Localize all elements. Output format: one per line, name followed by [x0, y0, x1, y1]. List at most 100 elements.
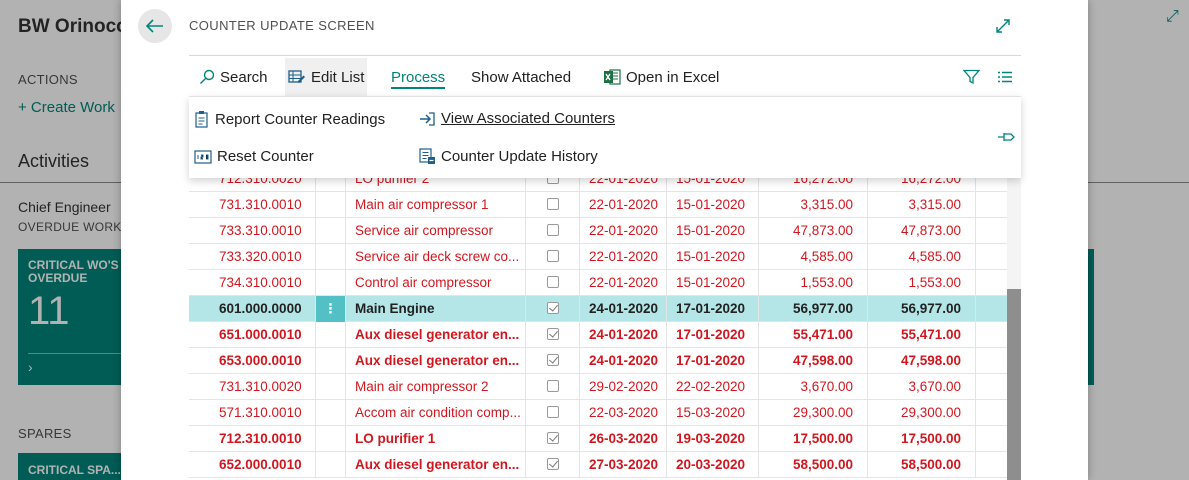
counter-no-cell: 712.310.0010 [210, 426, 316, 452]
value-cell: 58,500.00 [759, 452, 868, 478]
value-cell: 4,585.00 [868, 244, 976, 270]
table-row[interactable]: 733.320.0010 Service air deck screw co...… [189, 244, 1007, 270]
search-icon [200, 69, 215, 84]
pin-icon[interactable] [997, 130, 1015, 148]
table-row[interactable]: 652.000.0010 Aux diesel generator en... 27… [189, 452, 1007, 478]
row-menu-cell[interactable] [316, 348, 346, 374]
row-menu-cell[interactable] [316, 192, 346, 218]
checkbox-cell[interactable] [526, 452, 580, 478]
date-cell: 15-01-2020 [667, 244, 759, 270]
spacer-cell [976, 374, 1007, 400]
action-bar: Search Edit List Process Show Attached O… [189, 58, 1021, 96]
date-cell: 22-02-2020 [667, 374, 759, 400]
spacer-cell [976, 426, 1007, 452]
history-icon [419, 148, 435, 164]
checkbox-cell[interactable] [526, 322, 580, 348]
row-menu-cell[interactable] [316, 452, 346, 478]
view-associated-counters-item[interactable]: View Associated Counters [419, 110, 615, 127]
checkbox[interactable] [546, 380, 559, 393]
filter-icon [963, 69, 980, 85]
date-cell: 22-01-2020 [580, 270, 667, 296]
reset-counter-item[interactable]: Reset Counter [194, 148, 314, 165]
value-cell: 3,670.00 [759, 374, 868, 400]
value-cell: 3,670.00 [868, 374, 976, 400]
counter-no-cell: 734.310.0010 [210, 270, 316, 296]
table-row[interactable]: 734.310.0010 Control air compressor 22-01-… [189, 270, 1007, 296]
checkbox-cell[interactable] [526, 218, 580, 244]
spacer-cell [976, 296, 1007, 322]
table-row[interactable]: 712.310.0010 LO purifier 1 26-03-2020 19-03… [189, 426, 1007, 452]
table-row[interactable]: 651.000.0010 Aux diesel generator en... 24… [189, 322, 1007, 348]
value-cell: 55,471.00 [868, 322, 976, 348]
row-menu-cell[interactable] [316, 400, 346, 426]
table-row[interactable]: 731.310.0020 Main air compressor 2 29-02-2… [189, 374, 1007, 400]
value-cell: 1,553.00 [868, 270, 976, 296]
back-button[interactable] [138, 9, 172, 43]
value-cell: 1,553.00 [759, 270, 868, 296]
search-button[interactable]: Search [199, 58, 268, 96]
row-menu-cell[interactable] [316, 426, 346, 452]
date-cell: 22-01-2020 [580, 218, 667, 244]
spacer-cell [976, 322, 1007, 348]
report-counter-readings-item[interactable]: Report Counter Readings [194, 110, 385, 128]
checkbox[interactable] [546, 224, 559, 237]
checkbox[interactable] [546, 276, 559, 289]
row-menu-cell[interactable] [316, 244, 346, 270]
counter-update-history-item[interactable]: Counter Update History [419, 148, 598, 165]
description-cell: Main air compressor 1 [346, 192, 526, 218]
checkbox[interactable] [546, 354, 559, 367]
checkbox-cell[interactable] [526, 348, 580, 374]
scrollbar-thumb[interactable] [1007, 289, 1021, 480]
show-attached-label: Show Attached [471, 68, 572, 86]
date-cell: 20-03-2020 [667, 452, 759, 478]
checkbox[interactable] [546, 198, 559, 211]
expand-icon[interactable] [995, 18, 1011, 39]
value-cell: 47,873.00 [759, 218, 868, 244]
process-tab[interactable]: Process [391, 58, 446, 96]
checkbox-cell[interactable] [526, 374, 580, 400]
table-row[interactable]: 733.310.0010 Service air compressor 22-01-… [189, 218, 1007, 244]
checkbox[interactable] [546, 302, 559, 315]
row-actions-icon[interactable]: ⋮ [316, 296, 346, 322]
filter-button[interactable] [963, 58, 985, 96]
checkbox[interactable] [546, 406, 559, 419]
checkbox-cell[interactable] [526, 192, 580, 218]
date-cell: 15-03-2020 [667, 400, 759, 426]
table-row[interactable]: 601.000.0000 ⋮ Main Engine 24-01-2020 17-01-… [189, 296, 1007, 322]
active-underline [391, 87, 446, 89]
value-cell: 3,315.00 [759, 192, 868, 218]
row-menu-cell[interactable] [316, 218, 346, 244]
checkbox[interactable] [546, 250, 559, 263]
value-cell: 56,977.00 [759, 296, 868, 322]
date-cell: 24-01-2020 [580, 296, 667, 322]
page-title: COUNTER UPDATE SCREEN [189, 18, 375, 33]
row-menu-cell[interactable] [316, 374, 346, 400]
value-cell: 47,873.00 [868, 218, 976, 244]
counter-update-history-label: Counter Update History [441, 148, 598, 165]
list-icon [998, 71, 1012, 83]
checkbox-cell[interactable] [526, 426, 580, 452]
table-row[interactable]: 571.310.0010 Accom air condition comp... 2… [189, 400, 1007, 426]
table-row[interactable]: 731.310.0010 Main air compressor 1 22-01-2… [189, 192, 1007, 218]
edit-list-button[interactable]: Edit List [285, 58, 368, 96]
date-cell: 15-01-2020 [667, 270, 759, 296]
open-in-excel-button[interactable]: Open in Excel [604, 58, 719, 96]
description-cell: Service air compressor [346, 218, 526, 244]
checkbox[interactable] [546, 328, 559, 341]
checkbox-cell[interactable] [526, 400, 580, 426]
report-icon [195, 111, 208, 128]
date-cell: 24-01-2020 [580, 322, 667, 348]
counter-no-cell: 651.000.0010 [210, 322, 316, 348]
checkbox[interactable] [546, 458, 559, 471]
description-cell: Control air compressor [346, 270, 526, 296]
row-menu-cell[interactable] [316, 322, 346, 348]
show-attached-button[interactable]: Show Attached [471, 58, 571, 96]
list-view-button[interactable] [997, 58, 1018, 96]
checkbox-cell[interactable] [526, 244, 580, 270]
description-cell: Main Engine [346, 296, 526, 322]
checkbox-cell[interactable] [526, 270, 580, 296]
table-row[interactable]: 653.000.0010 Aux diesel generator en... 24… [189, 348, 1007, 374]
row-menu-cell[interactable] [316, 270, 346, 296]
checkbox-cell[interactable] [526, 296, 580, 322]
checkbox[interactable] [546, 432, 559, 445]
